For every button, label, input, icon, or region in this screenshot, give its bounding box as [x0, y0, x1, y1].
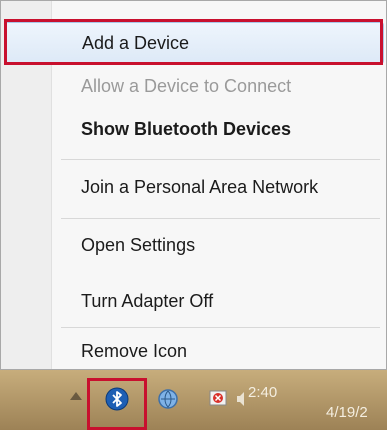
- menu-item-allow-connect: Allow a Device to Connect: [5, 67, 384, 105]
- menu-item-label: Join a Personal Area Network: [81, 176, 319, 197]
- flag-icon[interactable]: [205, 386, 231, 412]
- menu-item-label: Remove Icon: [81, 340, 188, 361]
- clock-time[interactable]: 2:40: [248, 384, 277, 401]
- menu-separator: [61, 159, 380, 160]
- menu-item-open-settings[interactable]: Open Settings: [5, 223, 384, 267]
- menu-item-remove-icon[interactable]: Remove Icon: [5, 331, 384, 371]
- menu-item-join-pan[interactable]: Join a Personal Area Network: [5, 165, 384, 209]
- menu-separator: [61, 327, 380, 328]
- network-icon[interactable]: [155, 386, 181, 412]
- show-hidden-icons-arrow[interactable]: [70, 392, 82, 400]
- bluetooth-context-menu: Add a Device Allow a Device to Connect S…: [0, 0, 387, 370]
- taskbar: [0, 370, 387, 430]
- menu-separator: [61, 218, 380, 219]
- bluetooth-icon[interactable]: [104, 386, 130, 412]
- menu-item-label: Allow a Device to Connect: [81, 75, 292, 96]
- menu-item-add-device[interactable]: Add a Device: [5, 22, 384, 64]
- clock-date[interactable]: 4/19/2: [326, 404, 368, 421]
- menu-item-label: Show Bluetooth Devices: [81, 118, 292, 139]
- menu-item-label: Turn Adapter Off: [81, 290, 214, 311]
- menu-item-label: Open Settings: [81, 234, 196, 255]
- menu-item-turn-adapter-off[interactable]: Turn Adapter Off: [5, 279, 384, 323]
- menu-item-label: Add a Device: [82, 32, 190, 53]
- menu-item-show-devices[interactable]: Show Bluetooth Devices: [5, 109, 384, 149]
